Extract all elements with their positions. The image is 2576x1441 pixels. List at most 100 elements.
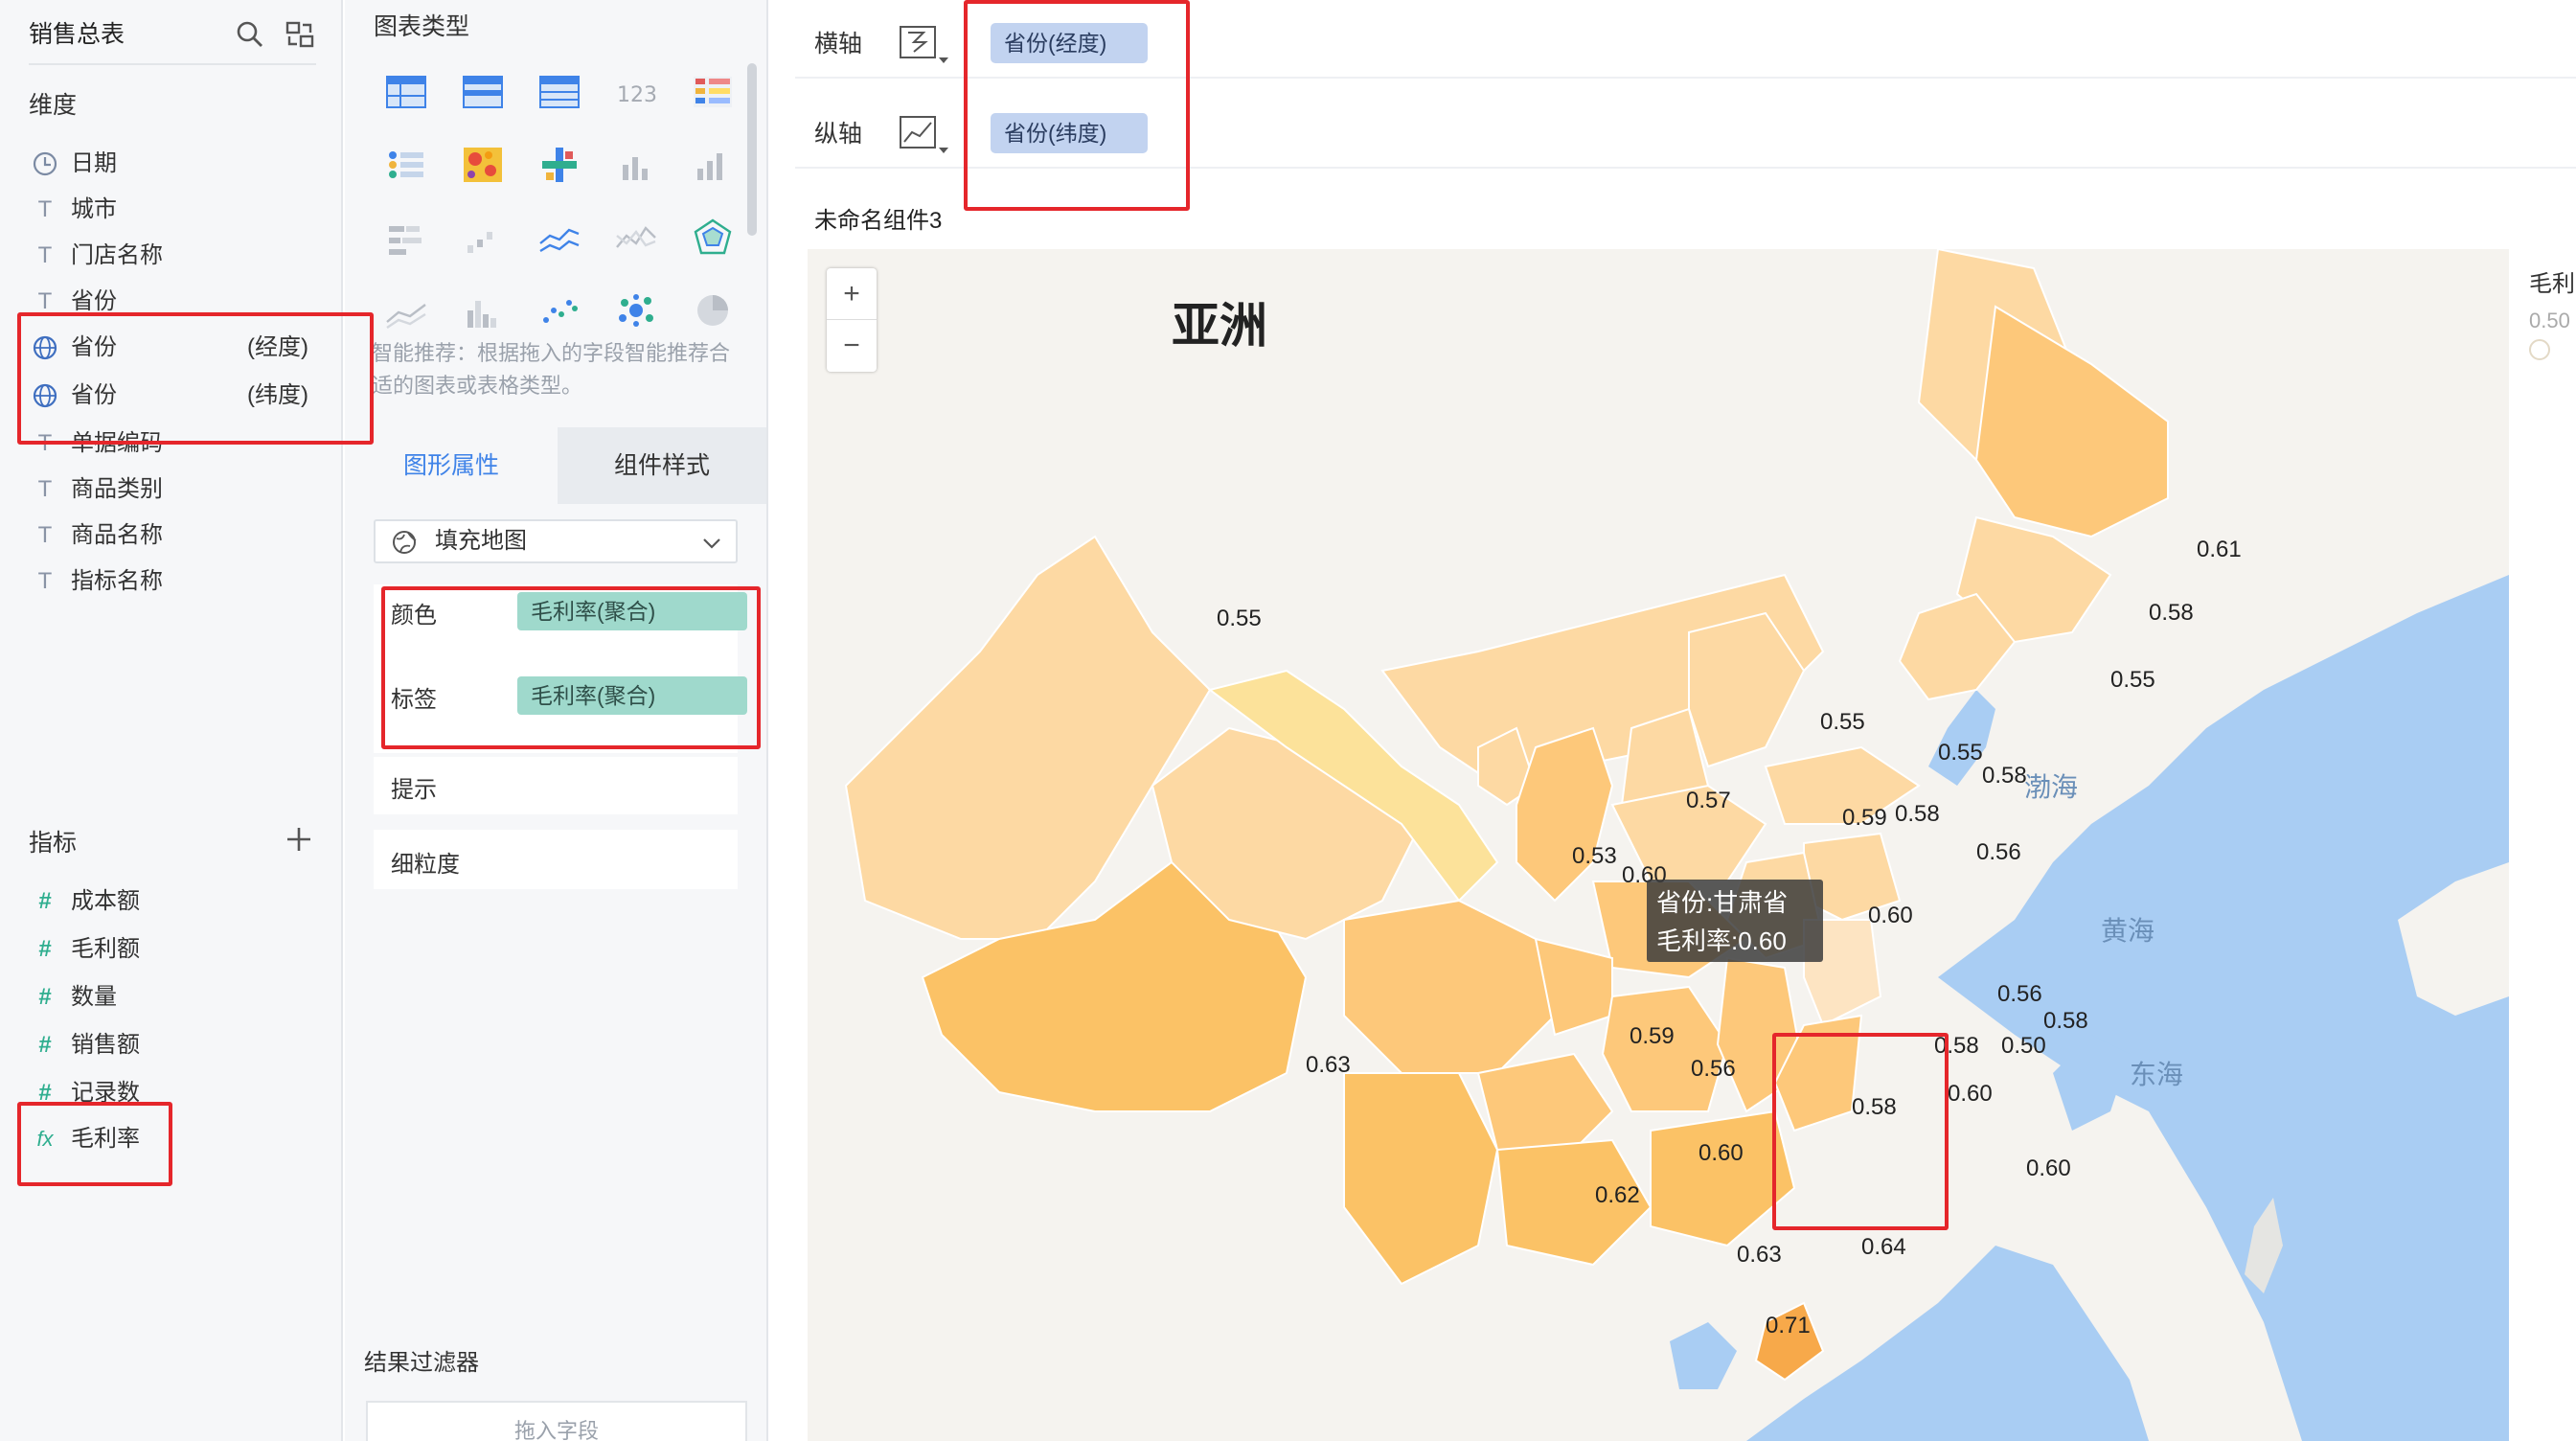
globe-icon bbox=[29, 326, 61, 370]
y-axis-field-pill[interactable]: 省份(纬度) bbox=[991, 113, 1148, 153]
chart-type-detail-table-icon[interactable] bbox=[533, 69, 586, 115]
legend-title: 毛利 bbox=[2529, 271, 2575, 297]
x-axis-shelf[interactable]: 横轴 省份(经度) bbox=[795, 6, 2576, 79]
field-name: 省份 bbox=[71, 334, 117, 360]
chart-type-table-icon[interactable] bbox=[379, 69, 433, 115]
field-name: 省份 bbox=[71, 288, 117, 314]
chart-recommend-hint: 智能推荐：根据拖入的字段智能推荐合适的图表或表格类型。 bbox=[372, 341, 731, 398]
map-value-label: 0.58 bbox=[1895, 801, 1940, 827]
component-title[interactable]: 未命名组件3 bbox=[814, 201, 942, 235]
field-name: 毛利额 bbox=[71, 936, 140, 962]
map-value-label: 0.55 bbox=[1820, 709, 1865, 735]
dimension-field-city[interactable]: T 城市 bbox=[29, 188, 326, 232]
chart-subtype-select[interactable]: 填充地图 bbox=[374, 519, 738, 563]
tab-graphic-properties[interactable]: 图形属性 bbox=[345, 427, 558, 504]
tab-component-style[interactable]: 组件样式 bbox=[558, 427, 766, 504]
field-name: 指标名称 bbox=[71, 568, 163, 594]
measure-field-record-count[interactable]: # 记录数 bbox=[29, 1071, 326, 1115]
chart-type-column-icon[interactable] bbox=[686, 142, 740, 188]
continent-label: 亚洲 bbox=[1172, 299, 1267, 353]
chart-type-radar-icon[interactable] bbox=[686, 215, 740, 261]
chevron-down-icon bbox=[699, 529, 724, 554]
dimension-field-province-longitude[interactable]: 省份 (经度) bbox=[29, 326, 326, 370]
map-value-label: 0.59 bbox=[1630, 1023, 1675, 1049]
chart-type-waterfall-icon[interactable] bbox=[456, 215, 510, 261]
legend-slider-handle[interactable] bbox=[2529, 339, 2550, 360]
y-axis-type-icon[interactable] bbox=[895, 109, 952, 155]
dimension-field-province[interactable]: T 省份 bbox=[29, 280, 326, 324]
dimension-field-order-code[interactable]: T 单据编码 bbox=[29, 422, 326, 466]
clock-icon bbox=[29, 142, 61, 186]
property-tabs: 图形属性 组件样式 bbox=[345, 427, 766, 504]
zoom-out-button[interactable]: − bbox=[827, 320, 877, 372]
field-name: 数量 bbox=[71, 984, 117, 1010]
measure-field-quantity[interactable]: # 数量 bbox=[29, 975, 326, 1019]
chart-type-stacked-bar-icon[interactable] bbox=[379, 215, 433, 261]
dimensions-title: 维度 bbox=[29, 92, 78, 119]
x-axis-label: 横轴 bbox=[814, 31, 863, 57]
chart-type-list-icon[interactable] bbox=[379, 142, 433, 188]
color-field-pill[interactable]: 毛利率(聚合) bbox=[517, 592, 747, 630]
map-value-label: 0.56 bbox=[1976, 839, 2021, 865]
search-icon[interactable] bbox=[234, 19, 266, 50]
dimension-field-metric-name[interactable]: T 指标名称 bbox=[29, 560, 326, 604]
text-icon: T bbox=[37, 288, 53, 314]
label-field-pill[interactable]: 毛利率(聚合) bbox=[517, 676, 747, 715]
tooltip-province: 省份:甘肃省 bbox=[1656, 888, 1789, 917]
chart-subtype-value: 填充地图 bbox=[435, 528, 527, 554]
result-filter-dropzone[interactable]: 拖入字段 bbox=[366, 1401, 747, 1441]
y-axis-shelf[interactable]: 纵轴 省份(纬度) bbox=[795, 96, 2576, 169]
tooltip-prop[interactable]: 提示 bbox=[374, 757, 738, 814]
dimension-field-store[interactable]: T 门店名称 bbox=[29, 234, 326, 278]
measure-field-sales[interactable]: # 销售额 bbox=[29, 1023, 326, 1067]
chart-type-pie-icon[interactable] bbox=[686, 287, 740, 333]
map-value-label: 0.55 bbox=[1217, 606, 1262, 631]
chart-type-cross-table-icon[interactable] bbox=[533, 142, 586, 188]
chart-type-multi-kpi-icon[interactable] bbox=[686, 69, 740, 115]
map-value-label: 0.60 bbox=[1868, 903, 1913, 928]
text-icon: T bbox=[37, 568, 53, 594]
chart-type-scatter-icon[interactable] bbox=[533, 287, 586, 333]
sea-label-huanghai: 黄海 bbox=[2101, 916, 2155, 946]
dimension-field-category[interactable]: T 商品类别 bbox=[29, 468, 326, 512]
text-icon: T bbox=[37, 430, 53, 456]
measure-field-gross-profit[interactable]: # 毛利额 bbox=[29, 927, 326, 972]
measure-field-cost[interactable]: # 成本额 bbox=[29, 880, 326, 924]
province-yunnan bbox=[1343, 1072, 1499, 1286]
chart-type-bar-icon[interactable] bbox=[609, 142, 663, 188]
province-sichuan bbox=[1343, 899, 1557, 1074]
field-name: 商品名称 bbox=[71, 522, 163, 548]
map-value-label: 0.57 bbox=[1686, 788, 1731, 813]
dimension-field-product[interactable]: T 商品名称 bbox=[29, 514, 326, 558]
filled-map[interactable]: 亚洲 渤海 黄海 东海 0.61 0.58 0.55 0.55 0.55 0.5… bbox=[808, 249, 2509, 1441]
chart-type-trend-line-icon[interactable] bbox=[609, 215, 663, 261]
legend-min-value: 0.50 bbox=[2529, 309, 2570, 332]
svg-text:123: 123 bbox=[617, 83, 657, 107]
chart-type-histogram-icon[interactable] bbox=[456, 287, 510, 333]
map-value-label: 0.63 bbox=[1306, 1052, 1351, 1078]
tooltip-value: 毛利率:0.60 bbox=[1656, 926, 1787, 955]
granularity-prop[interactable]: 细粒度 bbox=[374, 830, 738, 889]
hash-icon: # bbox=[38, 1032, 52, 1058]
x-axis-field-pill[interactable]: 省份(经度) bbox=[991, 23, 1148, 63]
gallery-scrollbar[interactable] bbox=[747, 63, 757, 236]
dimension-field-province-latitude[interactable]: 省份 (纬度) bbox=[29, 374, 326, 418]
field-name: 省份 bbox=[71, 382, 117, 408]
dimension-field-date[interactable]: 日期 bbox=[29, 142, 326, 186]
chart-type-group-table-icon[interactable] bbox=[456, 69, 510, 115]
chart-type-line-icon[interactable] bbox=[533, 215, 586, 261]
map-value-label: 0.59 bbox=[1842, 805, 1887, 831]
zoom-in-button[interactable]: + bbox=[827, 268, 877, 320]
province-heilongjiang-ne bbox=[1974, 305, 2169, 538]
x-axis-type-icon[interactable] bbox=[895, 19, 952, 65]
switch-dataset-icon[interactable] bbox=[284, 19, 316, 50]
map-value-label: 0.58 bbox=[2149, 600, 2194, 626]
chart-type-bubble-icon[interactable] bbox=[609, 287, 663, 333]
chart-type-kpi-icon[interactable]: 123 bbox=[609, 69, 663, 115]
chart-type-area-icon[interactable] bbox=[379, 287, 433, 333]
measure-field-gross-margin[interactable]: fx 毛利率 bbox=[29, 1117, 326, 1161]
chart-type-heatmap-icon[interactable] bbox=[456, 142, 510, 188]
divider bbox=[29, 63, 316, 65]
map-globe-icon bbox=[391, 529, 418, 556]
add-measure-icon[interactable] bbox=[284, 824, 314, 855]
